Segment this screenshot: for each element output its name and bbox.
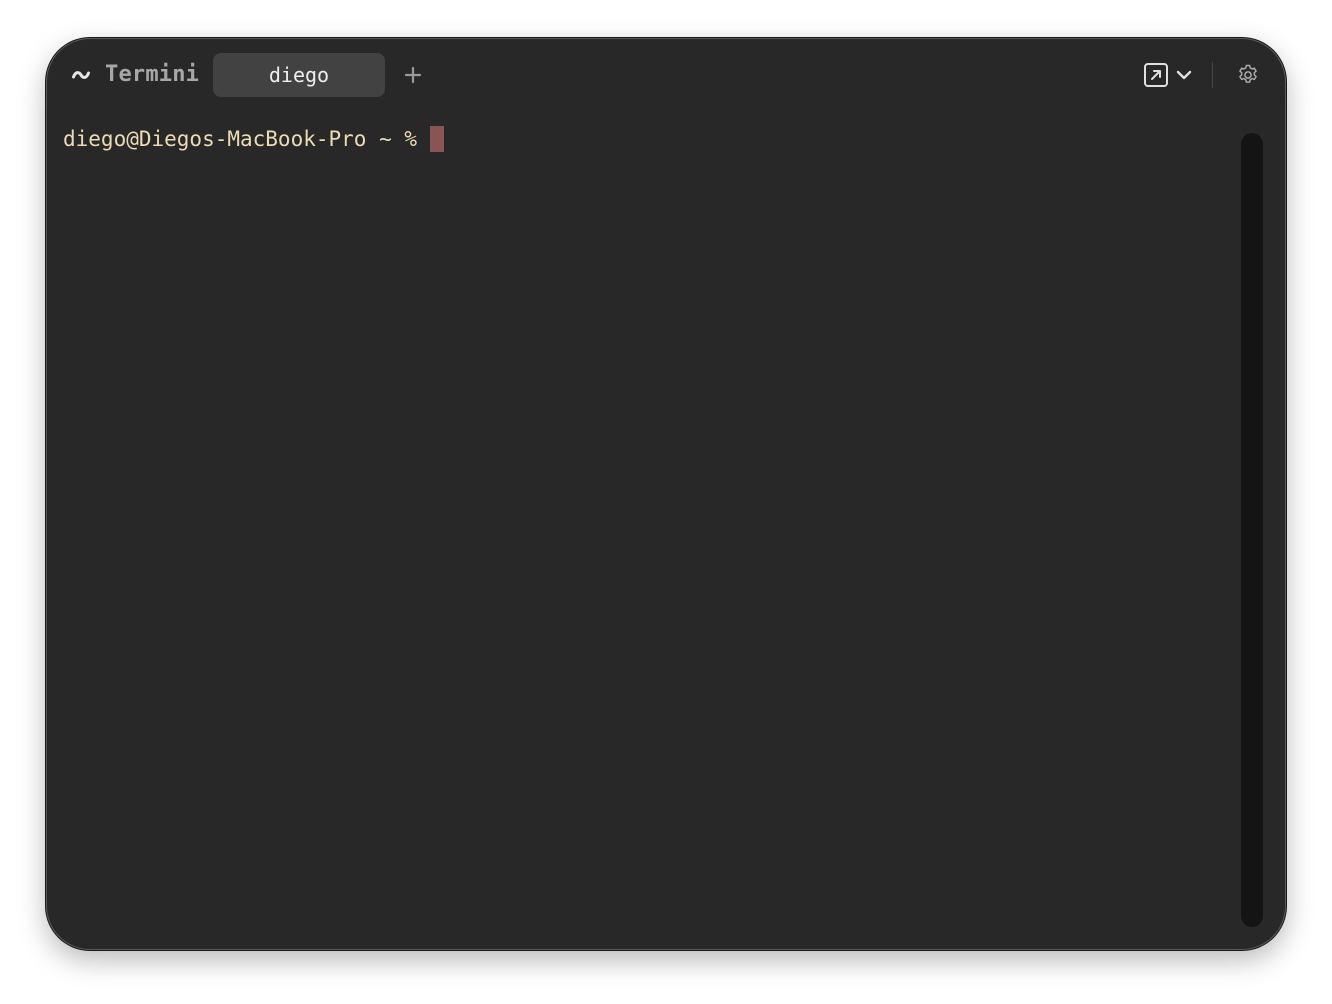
terminal-output[interactable]: diego@Diegos-MacBook-Pro ~ % [63, 123, 1233, 923]
text-cursor [430, 126, 445, 152]
tab-label: diego [268, 63, 330, 87]
new-tab-button[interactable] [399, 61, 427, 89]
settings-button[interactable] [1235, 61, 1261, 89]
shell-prompt: diego@Diegos-MacBook-Pro ~ % [63, 127, 418, 151]
app-title: Termini [105, 62, 200, 87]
title-bar: Termini diego [47, 39, 1285, 111]
tilde-logo-icon [71, 61, 91, 89]
scrollbar-track[interactable] [1241, 133, 1263, 927]
toolbar-divider [1212, 62, 1213, 88]
terminal-window: Termini diego diego@Diegos-MacBook-Pro ~… [46, 38, 1286, 950]
chevron-down-icon [1176, 70, 1192, 80]
plus-icon [404, 66, 422, 84]
prompt-line: diego@Diegos-MacBook-Pro ~ % [63, 123, 1233, 155]
tab-diego[interactable]: diego [213, 53, 385, 97]
window-controls [1142, 61, 1261, 89]
arrow-up-right-square-icon [1144, 63, 1168, 87]
dropdown-button[interactable] [1174, 61, 1194, 89]
popout-button[interactable] [1142, 61, 1170, 89]
gear-icon [1239, 64, 1257, 83]
